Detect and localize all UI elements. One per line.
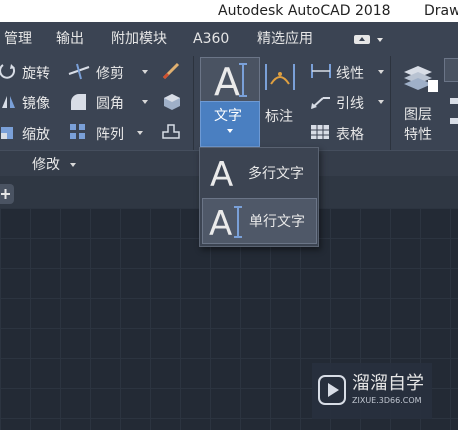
trim-button[interactable]: 修剪: [96, 63, 124, 83]
fillet-icon[interactable]: [68, 92, 88, 116]
svg-text:A: A: [210, 155, 233, 190]
trim-icon[interactable]: [67, 62, 91, 84]
table-icon[interactable]: [310, 124, 330, 144]
multiline-text-icon: A: [210, 155, 233, 190]
ribbon-display-toggle[interactable]: [350, 31, 390, 48]
title-bar: Autodesk AutoCAD 2018 Draw: [0, 0, 458, 22]
single-line-text-item[interactable]: A 单行文字: [202, 198, 317, 244]
document-title: Draw: [424, 3, 458, 19]
leader-dropdown-arrow[interactable]: [378, 100, 384, 104]
new-tab-button[interactable]: [0, 184, 14, 204]
layer-properties-icon[interactable]: [400, 58, 440, 100]
leader-icon[interactable]: [309, 92, 333, 114]
fillet-button[interactable]: 圆角: [96, 93, 124, 113]
explode-icon[interactable]: [160, 90, 182, 116]
multiline-text-item[interactable]: A 多行文字: [202, 150, 315, 194]
text-dropdown-menu: A 多行文字 A 单行文字: [199, 147, 319, 247]
watermark-brand: 溜溜自学: [352, 373, 424, 394]
watermark-url: ZIXUE.3D66.COM: [352, 396, 422, 405]
svg-text:A: A: [214, 60, 240, 102]
fillet-dropdown-arrow[interactable]: [142, 100, 148, 104]
leader-button[interactable]: 引线: [336, 93, 364, 113]
scale-icon[interactable]: [0, 123, 16, 145]
linear-dimension-icon[interactable]: [309, 62, 333, 84]
mirror-icon[interactable]: [0, 93, 16, 115]
watermark-logo-icon: [318, 375, 346, 405]
app-title: Autodesk AutoCAD 2018: [218, 3, 391, 19]
plus-icon: [1, 189, 10, 199]
single-line-text-label: 单行文字: [249, 214, 305, 230]
erase-icon[interactable]: [160, 60, 182, 86]
layer-dropdown-edge[interactable]: [444, 58, 458, 82]
tab-a360[interactable]: A360: [193, 22, 229, 56]
dimension-icon[interactable]: [262, 60, 298, 100]
scale-button[interactable]: 缩放: [22, 124, 50, 144]
table-button[interactable]: 表格: [336, 124, 364, 144]
tab-addins[interactable]: 附加模块: [111, 22, 167, 56]
linear-dropdown-arrow[interactable]: [378, 70, 384, 74]
array-icon[interactable]: [68, 122, 88, 146]
trim-dropdown-arrow[interactable]: [142, 70, 148, 74]
mirror-button[interactable]: 镜像: [22, 93, 50, 113]
multiline-text-label: 多行文字: [248, 166, 304, 182]
layer-tool-icon[interactable]: [450, 96, 458, 130]
dimension-button[interactable]: 标注: [265, 106, 293, 126]
text-button-label: 文字: [214, 108, 242, 124]
rotate-button[interactable]: 旋转: [22, 63, 50, 83]
single-line-text-icon: A: [209, 204, 242, 241]
text-button[interactable]: 文字: [200, 101, 260, 147]
text-dropdown-arrow: [227, 129, 233, 133]
tab-manage[interactable]: 管理: [4, 22, 32, 56]
array-dropdown-arrow[interactable]: [137, 131, 143, 135]
layer-properties-label-1[interactable]: 图层: [404, 104, 432, 124]
modify-panel-expand-arrow[interactable]: [70, 163, 76, 167]
svg-text:A: A: [209, 204, 232, 241]
stretch-icon[interactable]: [160, 120, 182, 146]
modify-panel-title[interactable]: 修改: [32, 154, 60, 174]
text-large-icon[interactable]: A: [200, 57, 260, 104]
watermark: 溜溜自学 ZIXUE.3D66.COM: [312, 363, 432, 419]
array-button[interactable]: 阵列: [96, 124, 124, 144]
tab-output[interactable]: 输出: [56, 22, 84, 56]
linear-button[interactable]: 线性: [336, 63, 364, 83]
ribbon-tab-bar: 管理 输出 附加模块 A360 精选应用: [0, 22, 458, 57]
rotate-icon[interactable]: [0, 62, 16, 84]
tab-featured-apps[interactable]: 精选应用: [257, 22, 313, 56]
layer-properties-label-2[interactable]: 特性: [404, 124, 432, 144]
